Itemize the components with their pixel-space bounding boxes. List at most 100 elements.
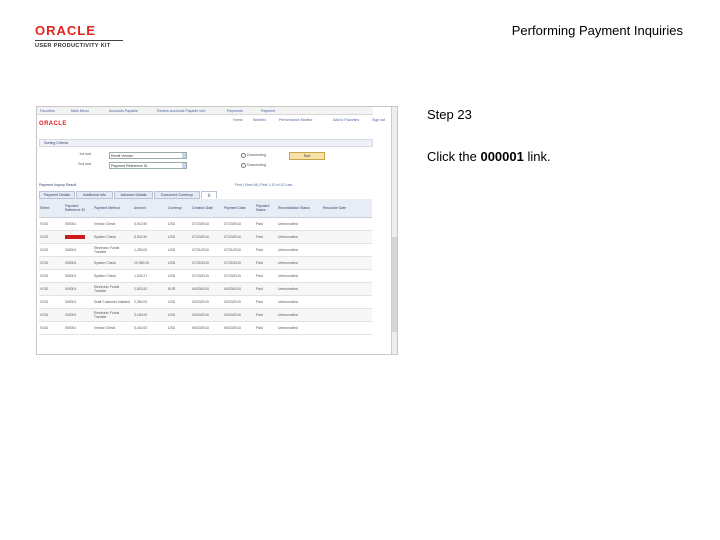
- table-row: VOID 000001 Vendor Check 5,942.50 USD 07…: [39, 217, 372, 231]
- screenshot-thumbnail: Favorites Main Menu Accounts Payable Rev…: [36, 106, 398, 355]
- tab-advance-details[interactable]: Advance Details: [114, 191, 153, 199]
- select-link[interactable]: VOID: [39, 243, 64, 257]
- vertical-scrollbar[interactable]: [391, 107, 397, 354]
- reconcile-date: [322, 269, 372, 283]
- reconciliation-status: Unreconciled: [277, 256, 322, 270]
- creation-date: 07/20/2010: [191, 217, 223, 231]
- payment-ref-link[interactable]: 000001: [64, 269, 93, 283]
- reconciliation-status: Unreconciled: [277, 308, 322, 322]
- scrollbar-thumb[interactable]: [392, 237, 397, 332]
- select-link[interactable]: VOID: [39, 321, 64, 335]
- payment-status: Paid: [255, 269, 277, 283]
- payment-date: 07/20/2010: [223, 217, 255, 231]
- currency: USD: [167, 243, 191, 257]
- table-row: VOID 000001 System Check 1,942.27 USD 07…: [39, 269, 372, 283]
- select-link[interactable]: VOID: [39, 295, 64, 309]
- select-link[interactable]: VOID: [39, 282, 64, 296]
- nav-payments[interactable]: Payments: [227, 109, 243, 113]
- grid-navigation[interactable]: Find | View All | First 1-10 of 10 Last: [235, 183, 292, 187]
- column-header: Payment Status: [255, 199, 277, 218]
- currency: USD: [167, 217, 191, 231]
- currency: USD: [167, 321, 191, 335]
- nav-accounts-payable[interactable]: Accounts Payable: [109, 109, 138, 113]
- tab-additional-info[interactable]: Additional Info: [76, 191, 113, 199]
- payment-ref-link[interactable]: 000001: [64, 256, 93, 270]
- payment-date: 07/23/2010: [223, 269, 255, 283]
- reconcile-date: [322, 256, 372, 270]
- payment-ref-link-highlighted[interactable]: [64, 230, 93, 244]
- payment-ref-link[interactable]: 000001: [64, 282, 93, 296]
- sorting-criteria-header[interactable]: Sorting Criteria: [39, 139, 373, 147]
- payment-method: Electronic Funds Transfer: [93, 282, 133, 296]
- chevron-down-icon: [182, 163, 186, 168]
- payment-status: Paid: [255, 230, 277, 244]
- app-oracle-logo: ORACLE: [39, 121, 67, 127]
- sort-order-label: Descending: [247, 163, 266, 167]
- select-link[interactable]: VOID: [39, 256, 64, 270]
- column-header: Reconcile Date: [322, 199, 372, 218]
- select-value: Payment Reference ID: [111, 163, 148, 168]
- radio-button[interactable]: [241, 163, 246, 168]
- chevron-down-icon: [182, 153, 186, 158]
- instruction-prefix: Click the: [427, 149, 481, 164]
- sort-label: 1st sort: [79, 152, 91, 156]
- column-header: Payment Reference ID: [64, 199, 93, 218]
- nav-favorites[interactable]: Favorites: [40, 109, 55, 113]
- reconcile-date: [322, 308, 372, 322]
- oracle-upk-logo: ORACLE USER PRODUCTIVITY KIT: [35, 24, 125, 49]
- payment-status: Paid: [255, 217, 277, 231]
- column-header: Select: [39, 199, 64, 218]
- select-link[interactable]: VOID: [39, 308, 64, 322]
- payment-ref-link[interactable]: 000001: [64, 295, 93, 309]
- link-sign-out[interactable]: Sign out: [372, 118, 385, 122]
- nav-payment[interactable]: Payment: [261, 109, 275, 113]
- table-row: VOID 000001 Electronic Funds Transfer 1,…: [39, 243, 372, 257]
- creation-date: 09/20/2010: [191, 321, 223, 335]
- payment-ref-link[interactable]: 000001: [64, 321, 93, 335]
- reconcile-date: [322, 295, 372, 309]
- payment-date: 07/21/2010: [223, 243, 255, 257]
- sorting-criteria-title: Sorting Criteria: [44, 141, 68, 145]
- payment-date: 04/20/2010: [223, 295, 255, 309]
- link-add-favorites[interactable]: Add to Favorites: [333, 118, 359, 122]
- select-link[interactable]: VOID: [39, 230, 64, 244]
- reconciliation-status: Unreconciled: [277, 243, 322, 257]
- tab-payment-details[interactable]: Payment Details: [39, 191, 75, 199]
- amount: 1,250.00: [133, 243, 167, 257]
- sort-button[interactable]: Sort: [289, 152, 325, 160]
- currency: USD: [167, 230, 191, 244]
- reconcile-date: [322, 230, 372, 244]
- nav-review-ap-info[interactable]: Review Accounts Payable Info: [157, 109, 205, 113]
- logo-rule: [35, 40, 123, 41]
- tab-show-all[interactable]: |||: [201, 191, 217, 199]
- reconcile-date: [322, 321, 372, 335]
- payment-date: 04/20/2010: [223, 308, 255, 322]
- link-worklist[interactable]: Worklist: [253, 118, 266, 122]
- table-row: VOID System Check 5,942.50 USD 07/20/201…: [39, 230, 372, 244]
- payment-results-table: Select Payment Reference ID Payment Meth…: [39, 199, 372, 335]
- tab-document-currency[interactable]: Document Currency: [154, 191, 200, 199]
- radio-button[interactable]: [241, 153, 246, 158]
- link-performance-monitor[interactable]: Performance Monitor: [279, 118, 313, 122]
- reconciliation-status: Unreconciled: [277, 295, 322, 309]
- select-link[interactable]: VOID: [39, 217, 64, 231]
- currency: USD: [167, 269, 191, 283]
- second-sort-select[interactable]: Payment Reference ID: [109, 162, 187, 169]
- select-link[interactable]: VOID: [39, 269, 64, 283]
- link-home[interactable]: Home: [233, 118, 243, 122]
- payment-ref-link[interactable]: 000001: [64, 217, 93, 231]
- payment-ref-link[interactable]: 000001: [64, 308, 93, 322]
- reconciliation-status: Unreconciled: [277, 282, 322, 296]
- nav-main-menu[interactable]: Main Menu: [71, 109, 89, 113]
- click-target-highlight[interactable]: [65, 235, 85, 240]
- payment-method: System Check: [93, 230, 133, 244]
- step-label: Step 23: [427, 107, 472, 122]
- payment-method: System Check: [93, 256, 133, 270]
- creation-date: 04/20/2010: [191, 295, 223, 309]
- payment-ref-link[interactable]: 000001: [64, 243, 93, 257]
- amount: 10,950.00: [133, 256, 167, 270]
- amount: 1,942.27: [133, 269, 167, 283]
- reconcile-date: [322, 217, 372, 231]
- reconciliation-status: Unreconciled: [277, 269, 322, 283]
- first-sort-select[interactable]: Remit Vendor: [109, 152, 187, 159]
